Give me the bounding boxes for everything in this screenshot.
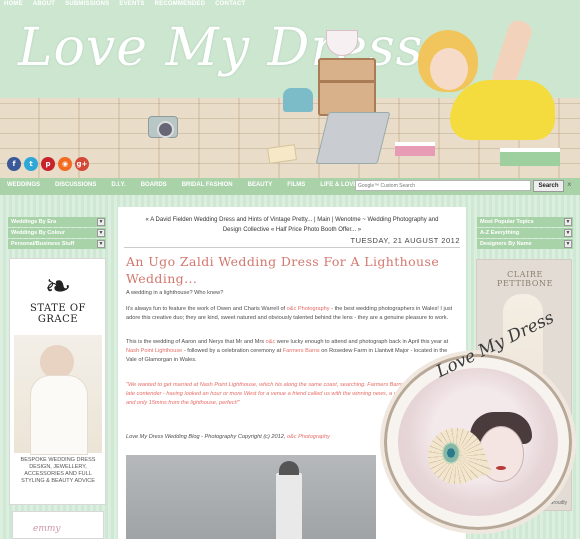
girl-illustration [380,10,560,170]
deer-logo-icon: ❧ [44,267,72,305]
nav-bridal-fashion[interactable]: BRIDAL FASHION [182,182,233,188]
chevron-down-icon: ▼ [97,229,105,237]
post-title[interactable]: An Ugo Zaldi Wedding Dress For A Lightho… [126,253,456,287]
ad-brand-name: CLAIRE PETTIBONE [496,270,554,288]
ad-caption: BESPOKE WEDDING DRESS DESIGN, JEWELLERY,… [20,457,96,484]
lighthouse-illustration [276,461,302,539]
peacock-feather-illustration [442,442,460,464]
text: This is the wedding of Aaron and Nerys t… [126,339,266,345]
dropdown-weddings-by-era[interactable]: Weddings By Era ▼ [8,217,106,227]
camera-illustration [148,116,178,138]
yellow-dress-illustration [450,80,555,140]
telephone-illustration [283,88,313,112]
text: - followed by a celebration ceremony at [182,348,283,354]
top-navigation: HOME ABOUT SUBMISSIONS EVENTS RECOMMENDE… [4,1,245,7]
top-nav-contact[interactable]: CONTACT [215,1,245,7]
google-plus-icon[interactable]: g+ [75,157,89,171]
main-navigation: WEDDINGS DISCUSSIONS D.I.Y. BOARDS BRIDA… [0,178,580,195]
badge-artwork [398,368,558,516]
site-header: HOME ABOUT SUBMISSIONS EVENTS RECOMMENDE… [0,0,580,178]
top-nav-submissions[interactable]: SUBMISSIONS [65,1,109,7]
post-date: TUESDAY, 21 AUGUST 2012 [350,236,460,245]
ad-brand-name: emmy [33,524,61,534]
lighthouse-photo [126,455,376,539]
nav-weddings[interactable]: WEDDINGS [7,182,40,188]
nav-diy[interactable]: D.I.Y. [111,182,125,188]
dropdown-label: Weddings By Era [11,219,57,225]
text: were lucky enough to attend and photogra… [275,339,449,345]
clear-search-icon[interactable]: × [567,180,572,189]
nash-point-link[interactable]: Nash Point Lighthouse [126,348,182,354]
love-my-dress-badge[interactable]: Love My Dress [380,308,576,534]
facebook-icon[interactable]: f [7,157,21,171]
emmy-ad[interactable]: emmy [12,511,104,539]
dropdown-weddings-by-colour[interactable]: Weddings By Colour ▼ [8,228,106,238]
search-button[interactable]: Search [533,180,564,192]
left-sidebar: Weddings By Era ▼ Weddings By Colour ▼ Per… [8,217,106,250]
top-nav-about[interactable]: ABOUT [33,1,55,7]
chevron-down-icon: ▼ [97,218,105,226]
chevron-down-icon: ▼ [564,229,572,237]
post-paragraph-2: It's always fun to feature the work of O… [126,305,456,323]
dropdown-label: A-Z Everything [480,230,520,236]
face-illustration [430,48,468,90]
post-navigation[interactable]: « A David Fielden Wedding Dress and Hint… [118,215,466,235]
chevron-down-icon: ▼ [97,240,105,248]
lips-illustration [496,466,506,470]
oc-link[interactable]: o&c [266,339,276,345]
nav-beauty[interactable]: BEAUTY [248,182,273,188]
farmers-barns-link[interactable]: Farmers Barns [283,348,320,354]
nav-discussions[interactable]: DISCUSSIONS [55,182,96,188]
dropdown-personal-business[interactable]: Personal/Business Stuff ▼ [8,239,106,249]
rss-icon[interactable]: ◉ [58,157,72,171]
social-icons: f t p ◉ g+ [7,157,89,171]
divider [124,247,460,248]
top-nav-events[interactable]: EVENTS [119,1,144,7]
ad-brand-name: STATE OF GRACE [30,303,86,325]
nav-films[interactable]: FILMS [287,182,305,188]
dropdown-a-z-everything[interactable]: A-Z Everything ▼ [477,228,573,238]
post-paragraph-3: This is the wedding of Aaron and Nerys t… [126,338,456,365]
chevron-down-icon: ▼ [564,240,572,248]
pinterest-icon[interactable]: p [41,157,55,171]
twitter-icon[interactable]: t [24,157,38,171]
dropdown-label: Personal/Business Stuff [11,241,75,247]
top-nav-recommended[interactable]: RECOMMENDED [155,1,206,7]
search-input[interactable]: Google™ Custom Search [355,180,531,191]
text: Love My Dress Wedding Blog - Photography… [126,434,287,440]
oc-photography-link[interactable]: o&c Photography [287,306,330,312]
state-of-grace-ad[interactable]: ❧ STATE OF GRACE BESPOKE WEDDING DRESS D… [9,258,106,505]
nav-boards[interactable]: BOARDS [141,182,167,188]
state-of-grace-logo: ❧ STATE OF GRACE [20,269,96,325]
dropdown-label: Most Popular Topics [480,219,534,225]
dropdown-label: Designers By Name [480,241,532,247]
dropdown-most-popular-topics[interactable]: Most Popular Topics ▼ [477,217,573,227]
nav-life-love[interactable]: LIFE & LOVE [320,182,357,188]
dropdown-designers-by-name[interactable]: Designers By Name ▼ [477,239,573,249]
credit-link[interactable]: o&c Photography [287,434,330,440]
text: It's always fun to feature the work of O… [126,306,287,312]
right-sidebar: Most Popular Topics ▼ A-Z Everything ▼ Des… [477,217,573,250]
chevron-down-icon: ▼ [564,218,572,226]
dropdown-label: Weddings By Colour [11,230,65,236]
suitcase-illustration [318,58,376,116]
post-paragraph-1: A wedding in a lighthouse? Who knew? [126,290,224,296]
bride-photo [14,335,102,455]
top-nav-home[interactable]: HOME [4,1,23,7]
